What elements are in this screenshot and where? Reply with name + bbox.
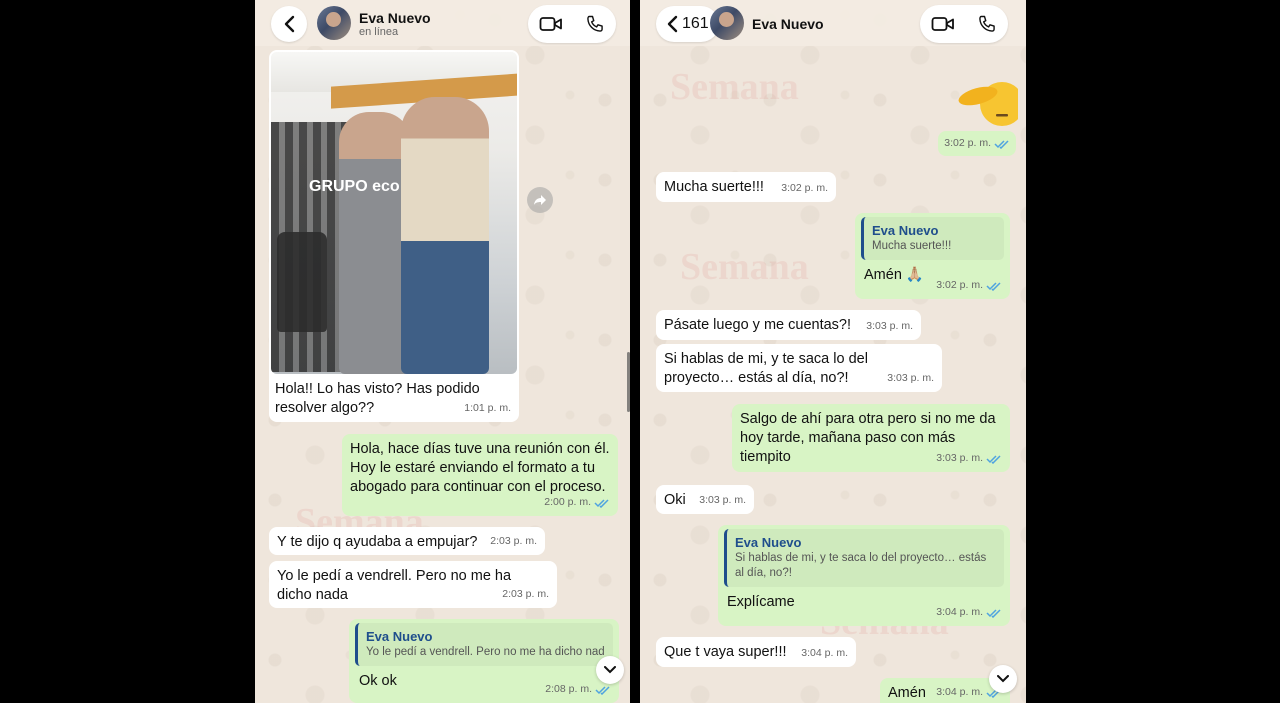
contact-name[interactable]: Eva Nuevo xyxy=(359,10,431,26)
quote-text: Yo le pedí a vendrell. Pero no me ha dic… xyxy=(366,646,605,658)
phone-icon[interactable] xyxy=(975,14,999,34)
watermark: Semana xyxy=(680,246,809,288)
message-bubble[interactable]: Oki 3:03 p. m. xyxy=(656,485,754,514)
double-check-icon xyxy=(986,608,1001,618)
quoted-message[interactable]: Eva Nuevo Si hablas de mi, y te saca lo … xyxy=(724,529,1004,587)
message-time: 3:02 p. m. xyxy=(938,131,1016,156)
message-time: 3:04 p. m. xyxy=(801,647,848,659)
share-arrow-icon xyxy=(534,195,546,205)
message-text: Hola, hace días tuve una reunión con él.… xyxy=(350,441,610,495)
double-check-icon xyxy=(594,498,609,508)
chat-screenshot-right: Semana Semana Semana Semana 161 Eva Nuev… xyxy=(640,0,1026,703)
message-bubble[interactable]: Que t vaya super!!! 3:04 p. m. xyxy=(656,637,856,667)
saluting-face-emoji xyxy=(958,82,1018,126)
quoted-message[interactable]: Eva Nuevo Mucha suerte!!! xyxy=(861,217,1004,260)
message-time: 2:03 p. m. xyxy=(490,535,537,547)
message-time: 3:03 p. m. xyxy=(936,449,1002,468)
double-check-icon xyxy=(994,139,1009,149)
quote-text: Si hablas de mi, y te saca lo del proyec… xyxy=(735,552,987,579)
message-time: 2:08 p. m. xyxy=(545,680,611,699)
avatar[interactable] xyxy=(710,6,744,40)
message-bubble[interactable]: Hola, hace días tuve una reunión con él.… xyxy=(342,434,618,516)
message-time: 3:03 p. m. xyxy=(866,320,913,332)
double-check-icon xyxy=(595,685,610,695)
message-bubble[interactable]: GRUPO eco Hola!! Lo has visto? Has podid… xyxy=(269,50,519,422)
chevron-left-icon xyxy=(667,15,678,33)
message-bubble[interactable]: Y te dijo q ayudaba a empujar? 2:03 p. m… xyxy=(269,527,545,555)
avatar[interactable] xyxy=(317,6,351,40)
double-check-icon xyxy=(986,281,1001,291)
chevron-down-icon xyxy=(997,675,1009,683)
message-time: 3:03 p. m. xyxy=(887,372,934,384)
quote-text: Mucha suerte!!! xyxy=(872,240,952,252)
message-time: 2:03 p. m. xyxy=(502,588,549,600)
chat-header: Eva Nuevo en línea xyxy=(255,0,630,46)
chevron-left-icon xyxy=(284,15,295,33)
shared-photo[interactable]: GRUPO eco xyxy=(271,52,517,374)
contact-status: en línea xyxy=(359,26,399,38)
message-bubble[interactable]: Eva Nuevo Yo le pedí a vendrell. Pero no… xyxy=(349,619,619,703)
quote-author: Eva Nuevo xyxy=(872,223,939,238)
chat-header: 161 Eva Nuevo xyxy=(640,0,1026,46)
quote-author: Eva Nuevo xyxy=(735,535,802,550)
message-time: 3:04 p. m. xyxy=(936,603,1002,622)
message-bubble[interactable]: Si hablas de mi, y te saca lo del proyec… xyxy=(656,344,942,392)
message-bubble[interactable]: Mucha suerte!!! 3:02 p. m. xyxy=(656,172,836,202)
quoted-message[interactable]: Eva Nuevo Yo le pedí a vendrell. Pero no… xyxy=(355,623,613,666)
message-bubble[interactable]: Pásate luego y me cuentas?! 3:03 p. m. xyxy=(656,310,921,340)
message-time: 1:01 p. m. xyxy=(464,402,511,414)
video-camera-icon[interactable] xyxy=(539,14,563,34)
double-check-icon xyxy=(986,454,1001,464)
message-time: 3:02 p. m. xyxy=(936,276,1002,295)
message-bubble[interactable]: 3:02 p. m. xyxy=(930,78,1018,156)
message-time: 2:00 p. m. xyxy=(544,493,610,512)
message-time: 3:03 p. m. xyxy=(699,494,746,506)
chevron-down-icon xyxy=(604,666,616,674)
unread-count: 161 xyxy=(682,15,709,32)
back-button[interactable] xyxy=(271,6,307,42)
video-camera-icon[interactable] xyxy=(931,14,955,34)
chat-screenshot-left: Semana Semana Eva Nuevo en línea GRUPO e… xyxy=(255,0,630,703)
watermark: Semana xyxy=(670,66,799,108)
message-time: 3:02 p. m. xyxy=(781,182,828,194)
contact-name[interactable]: Eva Nuevo xyxy=(752,16,824,32)
scroll-down-button[interactable] xyxy=(989,665,1017,693)
photo-logo-text: GRUPO eco xyxy=(309,178,400,195)
message-bubble[interactable]: Yo le pedí a vendrell. Pero no me ha dic… xyxy=(269,561,557,608)
message-bubble[interactable]: Eva Nuevo Mucha suerte!!! Amén 🙏🏼 3:02 p… xyxy=(855,213,1010,299)
scroll-down-button[interactable] xyxy=(596,656,624,684)
quote-author: Eva Nuevo xyxy=(366,629,433,644)
call-buttons xyxy=(920,5,1008,43)
message-text: Si hablas de mi, y te saca lo del proyec… xyxy=(664,351,868,386)
message-bubble[interactable]: Eva Nuevo Si hablas de mi, y te saca lo … xyxy=(718,525,1010,626)
share-button[interactable] xyxy=(527,187,553,213)
message-bubble[interactable]: Salgo de ahí para otra pero si no me da … xyxy=(732,404,1010,472)
call-buttons xyxy=(528,5,616,43)
scrollbar[interactable] xyxy=(627,352,630,412)
phone-icon[interactable] xyxy=(583,14,607,34)
